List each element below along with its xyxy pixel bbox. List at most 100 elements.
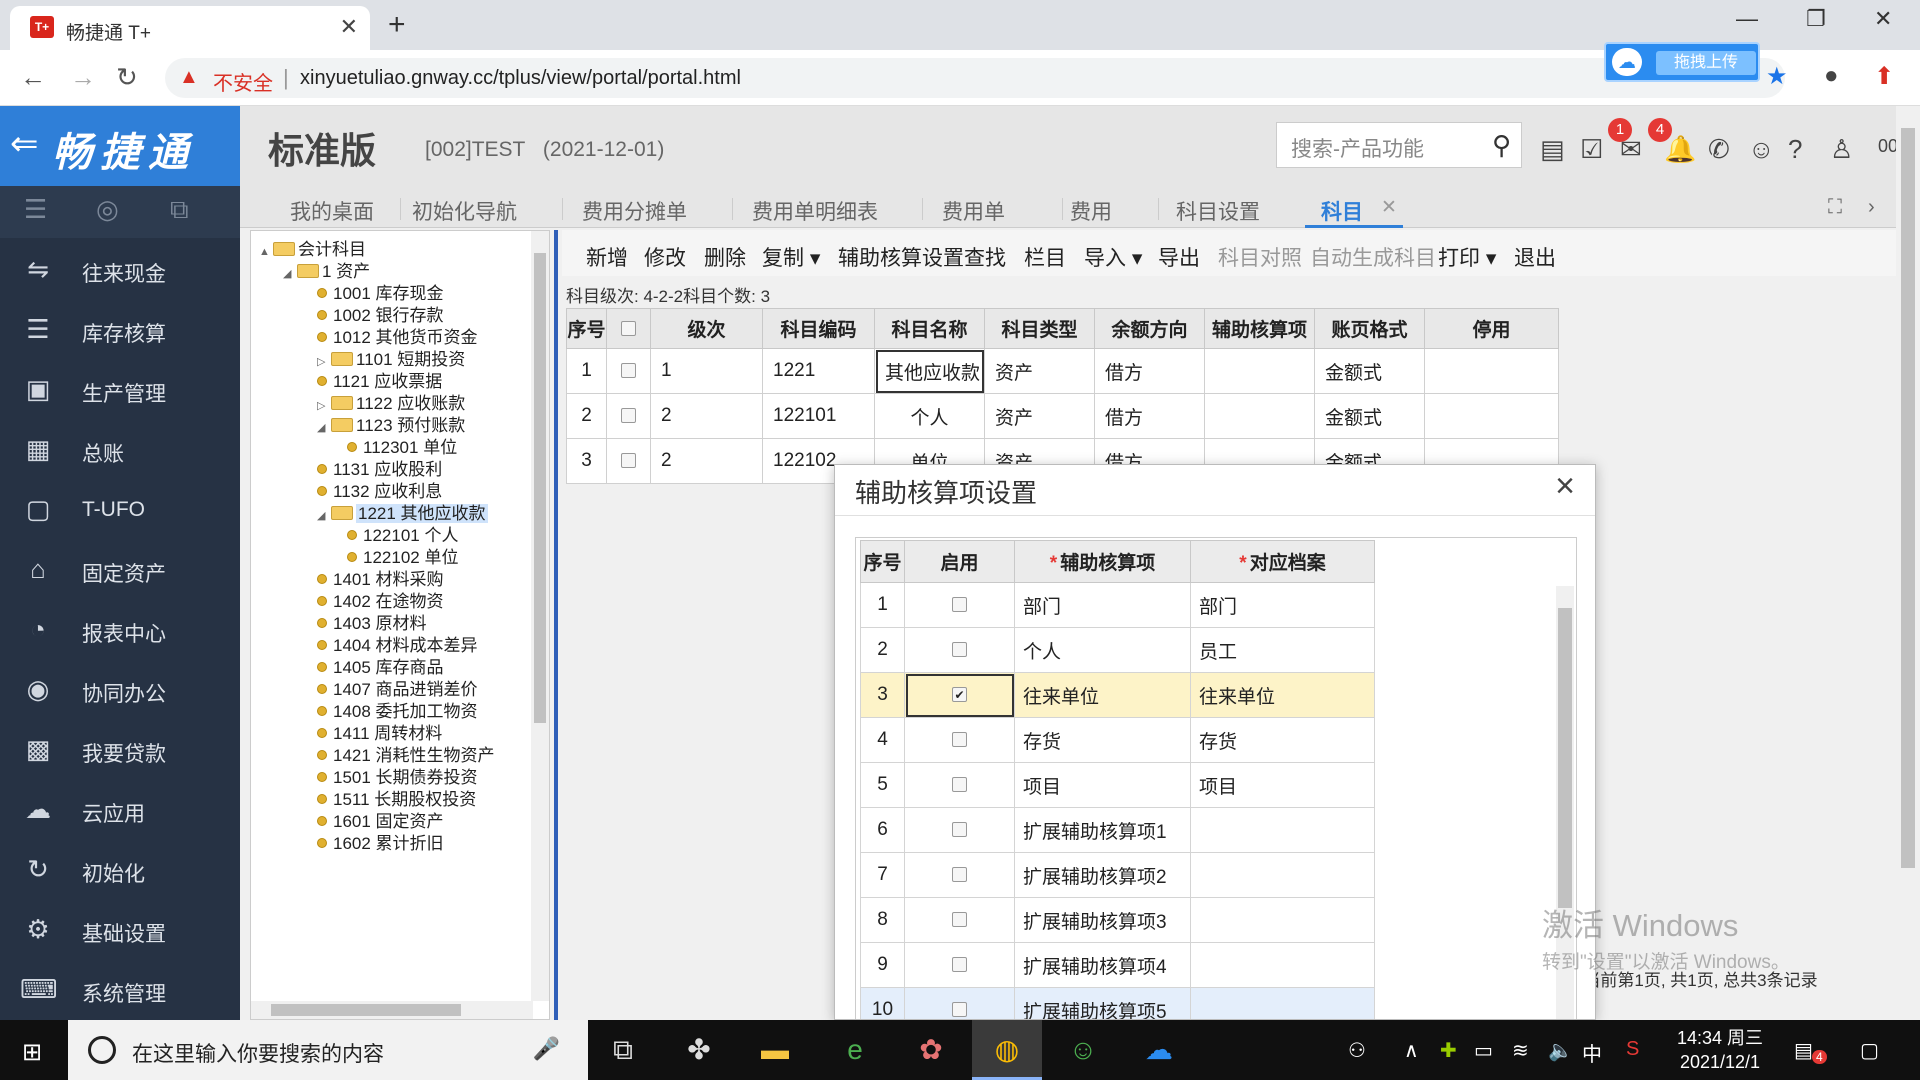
enable-checkbox[interactable] bbox=[952, 957, 967, 973]
row-name[interactable]: 个人 bbox=[874, 393, 985, 439]
forward-button[interactable]: → bbox=[70, 62, 96, 93]
enable-checkbox[interactable] bbox=[952, 867, 967, 883]
table-row[interactable]: 1 1 1221 其他应收款 资产 借方 金额式 bbox=[566, 348, 1559, 394]
aux-row-archive[interactable] bbox=[1190, 852, 1375, 898]
col-header-name[interactable]: 科目名称 bbox=[874, 308, 985, 349]
select-all-checkbox[interactable] bbox=[621, 320, 636, 336]
row-checkbox[interactable] bbox=[621, 363, 636, 379]
tree-hscroll-thumb[interactable] bbox=[271, 1004, 461, 1016]
aux-row-enabled[interactable] bbox=[904, 987, 1015, 1019]
aux-row-archive[interactable]: 项目 bbox=[1190, 762, 1375, 808]
aux-setting-button[interactable]: 辅助核算设置 bbox=[838, 242, 964, 272]
row-select[interactable] bbox=[606, 393, 651, 439]
aux-item-row[interactable]: 5 项目 项目 bbox=[860, 762, 1375, 808]
search-icon[interactable]: ⚲ bbox=[1492, 130, 1511, 161]
import-dropdown-button[interactable]: 导入 ▾ bbox=[1084, 242, 1142, 272]
notification-icon[interactable]: ▤ bbox=[1794, 1038, 1813, 1063]
aux-item-row[interactable]: 10 扩展辅助核算项5 bbox=[860, 987, 1375, 1019]
reload-button[interactable]: ↻ bbox=[116, 62, 138, 93]
nav-item-report[interactable]: ◔ 报表中心 bbox=[0, 600, 240, 660]
new-tab-button[interactable]: + bbox=[388, 8, 406, 42]
file-explorer-icon[interactable]: ▬ bbox=[740, 1020, 810, 1080]
aux-item-row[interactable]: 7 扩展辅助核算项2 bbox=[860, 852, 1375, 898]
aux-row-archive[interactable] bbox=[1190, 897, 1375, 943]
tab-expense-allocation[interactable]: 费用分摊单 bbox=[582, 196, 687, 226]
phone-icon[interactable]: ✆ bbox=[1708, 134, 1730, 165]
collapse-arrow-icon[interactable]: ⇐ bbox=[10, 124, 39, 164]
aux-item-row[interactable]: 8 扩展辅助核算项3 bbox=[860, 897, 1375, 943]
tree-horizontal-scrollbar[interactable] bbox=[251, 1001, 533, 1019]
aux-row-item[interactable]: 扩展辅助核算项2 bbox=[1014, 852, 1191, 898]
aux-item-row[interactable]: 3 往来单位往来单位 bbox=[860, 672, 1375, 718]
enable-checkbox[interactable] bbox=[952, 732, 967, 748]
people-icon[interactable]: ⚇ bbox=[1348, 1038, 1366, 1063]
profile-icon[interactable]: ● bbox=[1824, 62, 1839, 90]
aux-row-item[interactable]: 扩展辅助核算项3 bbox=[1014, 897, 1191, 943]
nav-item-tufo[interactable]: ▢ T-UFO bbox=[0, 480, 240, 540]
tree-toggle-icon[interactable]: ◢ bbox=[317, 421, 331, 434]
aux-row-item[interactable]: 存货 bbox=[1014, 717, 1191, 763]
dialog-close-icon[interactable]: × bbox=[1555, 467, 1575, 506]
app-logo[interactable]: ⇐ 畅捷通 bbox=[0, 106, 240, 186]
action-center-icon[interactable]: ▢ bbox=[1860, 1038, 1879, 1063]
close-tab-icon[interactable]: ✕ bbox=[340, 14, 358, 40]
aux-item-row[interactable]: 9 扩展辅助核算项4 bbox=[860, 942, 1375, 988]
aux-row-item[interactable]: 往来单位 bbox=[1014, 672, 1191, 718]
aux-row-enabled[interactable] bbox=[904, 807, 1015, 853]
aux-row-item[interactable]: 个人 bbox=[1014, 627, 1191, 673]
tab-expense[interactable]: 费用 bbox=[1070, 196, 1112, 226]
print-dropdown-button[interactable]: 打印 ▾ bbox=[1438, 242, 1496, 272]
chevron-right-icon[interactable]: › bbox=[1868, 196, 1875, 219]
delete-button[interactable]: 删除 bbox=[704, 242, 746, 272]
aux-row-enabled[interactable] bbox=[904, 897, 1015, 943]
aux-row-enabled[interactable] bbox=[904, 627, 1015, 673]
col-header-direction[interactable]: 余额方向 bbox=[1094, 308, 1205, 349]
battery-icon[interactable]: ▭ bbox=[1474, 1038, 1493, 1063]
aux-item-row[interactable]: 2 个人 员工 bbox=[860, 627, 1375, 673]
find-button[interactable]: 查找 bbox=[964, 242, 1006, 272]
row-checkbox[interactable] bbox=[621, 453, 636, 469]
col-header-select[interactable] bbox=[606, 308, 651, 349]
user-icon[interactable]: ♙ bbox=[1830, 134, 1853, 165]
col-header-format[interactable]: 账页格式 bbox=[1314, 308, 1425, 349]
enable-checkbox[interactable] bbox=[952, 687, 967, 703]
aux-row-enabled[interactable] bbox=[904, 717, 1015, 763]
browser-tab[interactable]: T+ 畅捷通 T+ ✕ bbox=[10, 6, 370, 50]
ime-indicator[interactable]: 中 bbox=[1582, 1038, 1602, 1067]
taskbar-search-input[interactable]: 在这里输入你要搜索的内容 🎤 bbox=[68, 1020, 588, 1080]
volume-icon[interactable]: 🔈 bbox=[1548, 1038, 1573, 1063]
wechat-icon[interactable]: ☺ bbox=[1048, 1020, 1118, 1080]
nav-item-cash[interactable]: ⇋ 往来现金 bbox=[0, 240, 240, 300]
app-feather-icon[interactable]: ✿ bbox=[896, 1020, 966, 1080]
aux-row-enabled[interactable] bbox=[904, 942, 1015, 988]
service-icon[interactable]: ☺ bbox=[1748, 134, 1775, 165]
auto-generate-button[interactable]: 自动生成科目 bbox=[1310, 242, 1436, 272]
tab-expense-detail[interactable]: 费用单明细表 bbox=[752, 196, 878, 226]
wifi-icon[interactable]: ≋ bbox=[1512, 1038, 1529, 1063]
nav-item-collab[interactable]: ◉ 协同办公 bbox=[0, 660, 240, 720]
panel-splitter[interactable] bbox=[554, 230, 558, 1020]
row-select[interactable] bbox=[606, 438, 651, 484]
close-tab-icon[interactable]: ✕ bbox=[1381, 196, 1397, 219]
row-select[interactable] bbox=[606, 348, 651, 394]
minimize-button[interactable]: — bbox=[1736, 6, 1758, 32]
tab-account-settings[interactable]: 科目设置 bbox=[1176, 196, 1260, 226]
exit-button[interactable]: 退出 bbox=[1514, 242, 1556, 272]
row-name[interactable]: 其他应收款 bbox=[874, 348, 985, 394]
col-header-code[interactable]: 科目编码 bbox=[762, 308, 875, 349]
aux-row-enabled[interactable] bbox=[904, 582, 1015, 628]
aux-row-archive[interactable]: 存货 bbox=[1190, 717, 1375, 763]
enable-checkbox[interactable] bbox=[952, 597, 967, 613]
columns-button[interactable]: 栏目 bbox=[1024, 242, 1066, 272]
nav-item-ledger[interactable]: ▦ 总账 bbox=[0, 420, 240, 480]
windows-start-icon[interactable]: ⊞ bbox=[22, 1038, 42, 1067]
dialog-scroll-thumb[interactable] bbox=[1558, 608, 1572, 908]
product-search-input[interactable]: 搜索-产品功能 ⚲ bbox=[1276, 122, 1522, 168]
aux-row-item[interactable]: 部门 bbox=[1014, 582, 1191, 628]
row-checkbox[interactable] bbox=[621, 408, 636, 424]
back-button[interactable]: ← bbox=[20, 62, 46, 93]
baidu-netdisk-icon[interactable]: ☁ bbox=[1124, 1020, 1194, 1080]
url-omnibox[interactable]: ▲ 不安全 | xinyuetuliao.gnway.cc/tplus/view… bbox=[165, 58, 1785, 98]
page-scroll-thumb[interactable] bbox=[1901, 128, 1915, 868]
col-header-disabled[interactable]: 停用 bbox=[1424, 308, 1559, 349]
